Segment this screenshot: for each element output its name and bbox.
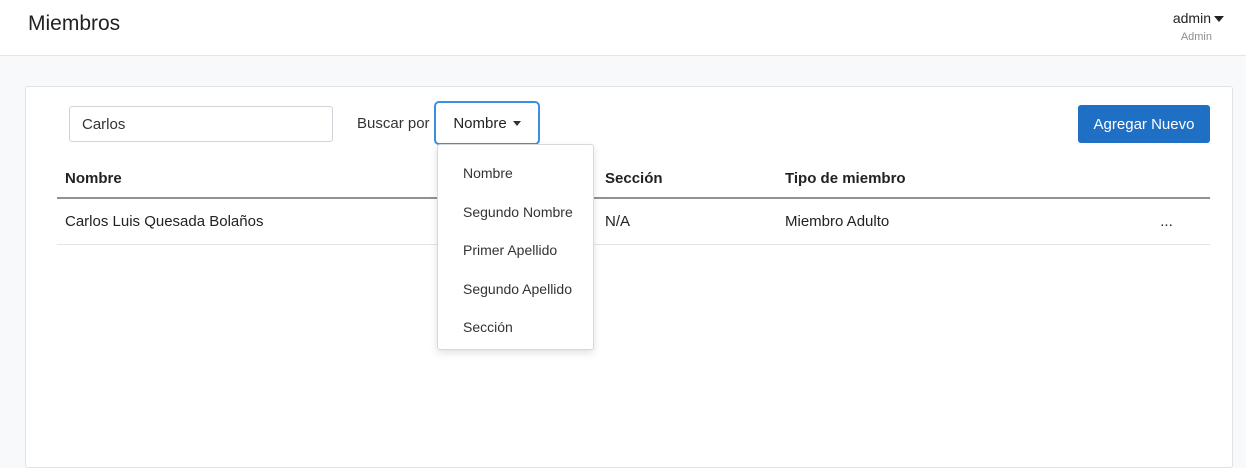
user-role: Admin bbox=[1180, 31, 1212, 43]
user-name: admin bbox=[1172, 10, 1211, 26]
cell-tipo: Miembro Adulto bbox=[777, 198, 1123, 245]
members-card: Buscar por Nombre Agregar Nuevo Nombre S… bbox=[25, 86, 1233, 468]
cell-nombre: Carlos Luis Quesada Bolaños bbox=[57, 198, 429, 245]
top-bar: Miembros admin Admin bbox=[0, 0, 1246, 56]
page-title: Miembros bbox=[28, 12, 121, 35]
column-header-seccion[interactable]: Sección bbox=[597, 159, 777, 199]
row-actions-button[interactable]: ... bbox=[1123, 198, 1210, 245]
members-table: Nombre Sección Tipo de miembro Carlos Lu… bbox=[57, 159, 1210, 245]
search-by-dropdown[interactable]: Nombre bbox=[434, 101, 540, 145]
menu-item-nombre[interactable]: Nombre bbox=[438, 154, 593, 193]
table-header-row: Nombre Sección Tipo de miembro bbox=[57, 159, 1210, 199]
cell-seccion: N/A bbox=[597, 198, 777, 245]
chevron-down-icon bbox=[1214, 15, 1224, 22]
menu-item-seccion[interactable]: Sección bbox=[438, 308, 593, 347]
menu-item-primer-apellido[interactable]: Primer Apellido bbox=[438, 231, 593, 270]
add-new-button[interactable]: Agregar Nuevo bbox=[1078, 105, 1210, 143]
chevron-down-icon bbox=[512, 120, 521, 126]
user-menu[interactable]: admin Admin bbox=[1173, 10, 1224, 43]
search-input[interactable] bbox=[69, 106, 333, 142]
search-by-selected: Nombre bbox=[453, 114, 507, 132]
search-by-menu: Nombre Segundo Nombre Primer Apellido Se… bbox=[437, 144, 594, 350]
column-header-tipo[interactable]: Tipo de miembro bbox=[777, 159, 1123, 199]
menu-item-segundo-apellido[interactable]: Segundo Apellido bbox=[438, 270, 593, 309]
column-header-actions bbox=[1123, 159, 1210, 199]
menu-item-segundo-nombre[interactable]: Segundo Nombre bbox=[438, 193, 593, 232]
table-row[interactable]: Carlos Luis Quesada Bolaños N/A Miembro … bbox=[57, 198, 1210, 245]
column-header-nombre[interactable]: Nombre bbox=[57, 159, 429, 199]
search-by-label: Buscar por bbox=[357, 115, 430, 132]
